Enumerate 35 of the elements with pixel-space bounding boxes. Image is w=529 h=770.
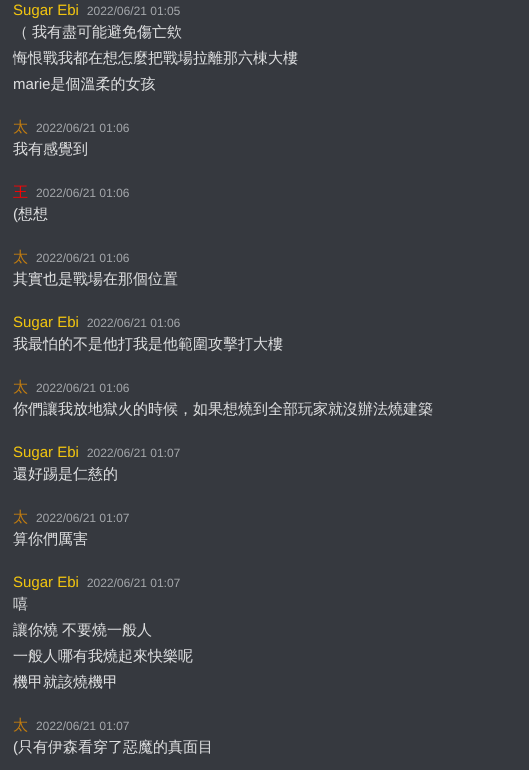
author-name[interactable]: Sugar Ebi bbox=[13, 314, 79, 332]
timestamp: 2022/06/21 01:05 bbox=[86, 3, 180, 20]
message-text: (只有伊森看穿了惡魔的真面目 bbox=[13, 738, 213, 758]
timestamp: 2022/06/21 01:07 bbox=[86, 445, 180, 462]
message-text: 算你們厲害 bbox=[13, 530, 88, 550]
author-name[interactable]: Sugar Ebi bbox=[13, 2, 79, 20]
message-text: 你們讓我放地獄火的時候，如果想燒到全部玩家就沒辦法燒建築 bbox=[13, 400, 433, 420]
message-text: 讓你燒 不要燒一般人 bbox=[13, 621, 152, 641]
timestamp: 2022/06/21 01:06 bbox=[36, 250, 130, 267]
timestamp: 2022/06/21 01:07 bbox=[86, 575, 180, 592]
timestamp: 2022/06/21 01:06 bbox=[36, 120, 130, 137]
author-name[interactable]: 太 bbox=[13, 509, 28, 527]
message-text: (想想 bbox=[13, 205, 48, 225]
author-name[interactable]: Sugar Ebi bbox=[13, 574, 79, 592]
timestamp: 2022/06/21 01:06 bbox=[86, 315, 180, 332]
message-text: 嘻 bbox=[13, 595, 28, 615]
message-text: 我最怕的不是他打我是他範圍攻擊打大樓 bbox=[13, 335, 283, 355]
message-text: 我有感覺到 bbox=[13, 140, 88, 160]
author-name[interactable]: Sugar Ebi bbox=[13, 444, 79, 462]
message-text: 一般人哪有我燒起來快樂呢 bbox=[13, 647, 193, 667]
message-text: 悔恨戰我都在想怎麼把戰場拉離那六棟大樓 bbox=[13, 49, 298, 69]
author-name[interactable]: 王 bbox=[13, 184, 28, 202]
author-name[interactable]: 太 bbox=[13, 119, 28, 137]
message-text: 機甲就該燒機甲 bbox=[13, 673, 118, 693]
message-text: marie是個溫柔的女孩 bbox=[13, 75, 156, 95]
author-name[interactable]: 太 bbox=[13, 717, 28, 735]
timestamp: 2022/06/21 01:07 bbox=[36, 718, 130, 735]
message-text: 其實也是戰場在那個位置 bbox=[13, 270, 178, 290]
timestamp: 2022/06/21 01:06 bbox=[36, 380, 130, 397]
message-text: 還好踢是仁慈的 bbox=[13, 465, 118, 485]
timestamp: 2022/06/21 01:07 bbox=[36, 510, 130, 527]
timestamp: 2022/06/21 01:06 bbox=[36, 185, 130, 202]
author-name[interactable]: 太 bbox=[13, 249, 28, 267]
author-name[interactable]: 太 bbox=[13, 379, 28, 397]
message-text: （ 我有盡可能避免傷亡欸 bbox=[13, 23, 182, 43]
